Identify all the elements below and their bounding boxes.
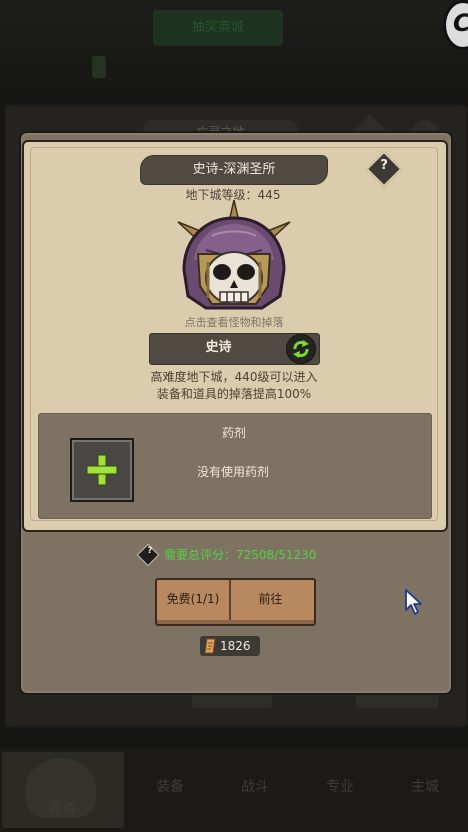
go-button[interactable]: 前往 (231, 580, 310, 616)
potion-status: 没有使用药剂 (196, 465, 269, 479)
tab-profession-label: 专业 (326, 779, 354, 795)
dungeon-description: 高难度地下城，440级可以进入 装备和道具的掉落提高100% (100, 369, 368, 403)
top-shop-button: 抽奖商城 (153, 10, 283, 46)
plus-icon (86, 454, 118, 486)
scroll-icon (204, 638, 216, 654)
free-entry-button[interactable]: 免费(1/1) (157, 580, 229, 616)
boss-hint: 点击查看怪物和掉落 (184, 316, 284, 329)
tab-equipment-label: 装备 (156, 779, 184, 795)
boss-skull-helmet-icon[interactable] (172, 200, 296, 322)
lamp-icon (92, 56, 106, 78)
top-shop-button-label: 抽奖商城 (191, 20, 244, 35)
mouse-cursor-icon (405, 589, 422, 615)
required-score: 需要总评分：72508/51230 (164, 548, 317, 562)
scroll-count: 1826 (220, 639, 251, 653)
tab-city-label: 主城 (411, 779, 439, 795)
tab-battle-label: 战斗 (241, 779, 269, 795)
refresh-icon (293, 340, 309, 358)
switch-difficulty-button[interactable] (286, 334, 316, 364)
description-line-1: 高难度地下城，440级可以进入 (150, 370, 318, 384)
dungeon-title: 史诗-深渊圣所 (140, 155, 328, 185)
description-line-2: 装备和道具的掉落提高100% (156, 387, 312, 401)
tab-hero-label: 勇者 (48, 801, 76, 817)
add-potion-slot[interactable] (70, 438, 134, 502)
